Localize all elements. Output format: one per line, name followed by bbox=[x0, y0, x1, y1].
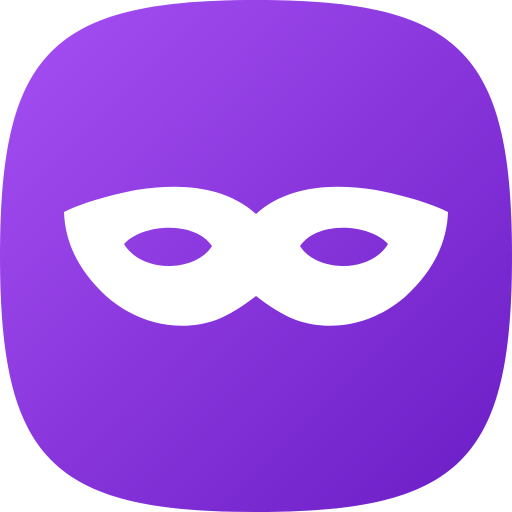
app-icon-canvas bbox=[0, 0, 512, 512]
app-icon[interactable] bbox=[0, 0, 512, 512]
